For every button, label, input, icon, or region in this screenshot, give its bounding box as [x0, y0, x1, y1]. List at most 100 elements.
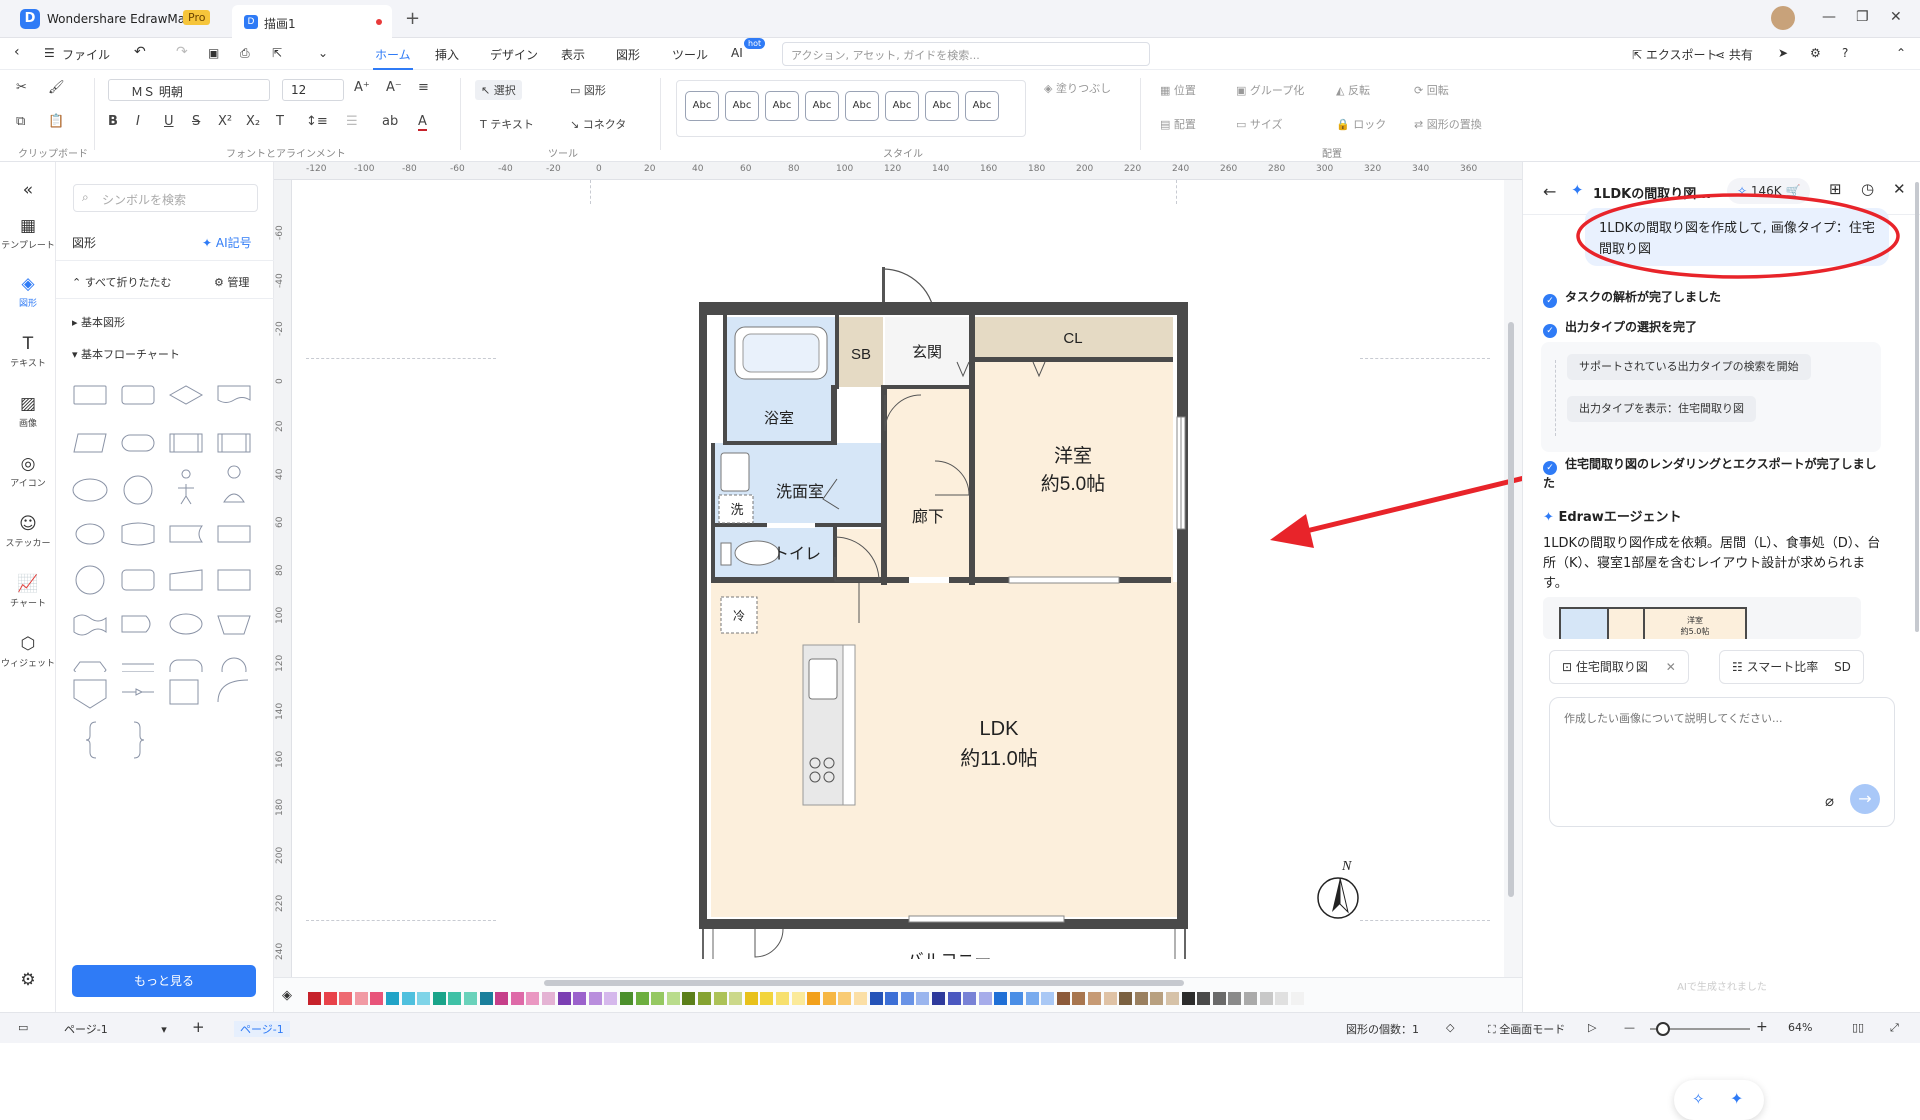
color-swatch[interactable] [1010, 992, 1023, 1005]
style-preset[interactable]: Abc [685, 91, 719, 121]
file-menu[interactable]: ファイル [62, 46, 110, 63]
layers-icon[interactable]: ◇ [1446, 1021, 1454, 1034]
color-swatch[interactable] [588, 992, 602, 1005]
sidebar-item-template[interactable]: ▦ テンプレート [0, 216, 56, 251]
more-chevron-icon[interactable]: ⌄ [318, 46, 328, 60]
select-tool[interactable]: ↖ 選択 [475, 80, 522, 100]
tab-insert[interactable]: 挿入 [435, 46, 459, 63]
tab-tools[interactable]: ツール [672, 46, 708, 63]
color-swatch[interactable] [432, 992, 446, 1005]
text-tool[interactable]: T テキスト [480, 116, 534, 132]
color-swatch[interactable] [729, 992, 743, 1005]
color-swatch[interactable] [573, 992, 587, 1005]
color-swatch[interactable] [448, 992, 462, 1005]
style-preset[interactable]: Abc [805, 91, 839, 121]
color-swatch[interactable] [620, 992, 633, 1005]
zoom-out-button[interactable]: — [1624, 1021, 1635, 1034]
color-swatch[interactable] [963, 992, 977, 1005]
color-swatch[interactable] [354, 992, 368, 1005]
color-swatch[interactable] [510, 992, 524, 1005]
page-panel-icon[interactable]: ▭ [18, 1021, 28, 1034]
color-swatch[interactable] [339, 992, 353, 1005]
align-button[interactable]: ▤ 配置 [1160, 116, 1196, 132]
fill-bucket-icon[interactable]: ◈ [282, 988, 292, 1003]
sidebar-item-text[interactable]: T テキスト [0, 334, 56, 369]
floorplan-thumbnail[interactable]: 洋室 約5.0帖 [1543, 597, 1861, 639]
send-icon[interactable]: ➤ [1778, 46, 1788, 60]
export-button[interactable]: ⇱ エクスポート [1632, 46, 1718, 63]
print-icon[interactable]: ⎙ [240, 46, 250, 61]
color-swatch[interactable] [417, 992, 431, 1005]
style-preset[interactable]: Abc [725, 91, 759, 121]
avatar[interactable] [1771, 6, 1795, 30]
lock-button[interactable]: 🔒 ロック [1336, 116, 1386, 132]
canvas-area[interactable]: -120 -100 -80 -60 -40 -20 0 20 40 60 80 … [274, 162, 1879, 1120]
ai-sparkle-icon[interactable]: ✦ [1730, 1089, 1743, 1108]
color-swatch[interactable] [869, 992, 883, 1005]
color-swatch[interactable] [744, 992, 758, 1005]
north-arrow-icon[interactable]: N [1314, 856, 1364, 926]
copy-icon[interactable]: ⧉ [16, 114, 25, 129]
color-swatch[interactable] [916, 992, 930, 1005]
decrease-font-icon[interactable]: A⁻ [386, 80, 402, 95]
color-swatch[interactable] [1088, 992, 1101, 1005]
style-preset[interactable]: Abc [965, 91, 999, 121]
underline-icon[interactable]: U [164, 114, 174, 129]
color-swatch[interactable] [526, 992, 540, 1005]
color-swatch[interactable] [698, 992, 711, 1005]
color-swatch[interactable] [1244, 992, 1257, 1005]
help-icon[interactable]: ? [1842, 46, 1848, 60]
color-swatch[interactable] [386, 992, 399, 1005]
settings-gear-icon[interactable]: ⚙ [1810, 46, 1821, 60]
sidebar-item-widget[interactable]: ⬡ ウィジェット [0, 634, 56, 669]
color-swatch[interactable] [822, 992, 836, 1005]
zoom-in-button[interactable]: + [1756, 1019, 1768, 1035]
horizontal-scrollbar[interactable] [544, 980, 1184, 986]
color-swatch[interactable] [370, 992, 384, 1005]
output-type-chip[interactable]: ⊡ 住宅間取り図 ✕ [1549, 650, 1689, 684]
color-swatch[interactable] [1072, 992, 1086, 1005]
superscript-icon[interactable]: X² [218, 114, 232, 129]
zoom-slider-handle[interactable] [1656, 1022, 1670, 1036]
tab-home[interactable]: ホーム [373, 46, 413, 70]
tab-ai[interactable]: AI [731, 46, 743, 60]
page-select[interactable]: ページ-1 ▾ [64, 1021, 167, 1037]
color-swatch[interactable] [635, 992, 649, 1005]
color-swatch[interactable] [1275, 992, 1289, 1005]
color-swatch[interactable] [1056, 992, 1070, 1005]
close-window-button[interactable]: ✕ [1890, 9, 1902, 25]
sidebar-item-chart[interactable]: 📈 チャート [0, 574, 56, 609]
color-swatch[interactable] [978, 992, 992, 1005]
sidebar-item-shapes[interactable]: ◈ 図形 [0, 274, 56, 309]
hall[interactable] [883, 389, 969, 582]
minimize-button[interactable]: — [1822, 9, 1836, 25]
color-swatch[interactable] [1212, 992, 1226, 1005]
more-shapes-button[interactable]: もっと見る [72, 965, 256, 997]
color-swatch[interactable] [308, 992, 321, 1005]
section-basic-flowchart[interactable]: ▾ 基本フローチャート [72, 346, 180, 362]
color-swatch[interactable] [854, 992, 867, 1005]
color-swatch[interactable] [1041, 992, 1055, 1005]
font-color-icon[interactable]: A [418, 114, 427, 131]
menu-icon[interactable]: ☰ [44, 46, 55, 60]
subscript-icon[interactable]: X₂ [246, 114, 260, 129]
vertical-scrollbar[interactable] [1508, 322, 1514, 897]
color-swatch[interactable] [323, 992, 337, 1005]
search-input[interactable]: アクション, アセット, ガイドを検索... [782, 42, 1150, 66]
align-text-icon[interactable]: ≡ [418, 80, 429, 95]
line-spacing-icon[interactable]: ↕≡ [306, 114, 328, 129]
share-button[interactable]: ⋖ 共有 [1715, 46, 1753, 63]
color-swatch[interactable] [557, 992, 571, 1005]
color-swatch[interactable] [1197, 992, 1211, 1005]
font-size-select[interactable]: 12 [282, 79, 344, 101]
shape-tool[interactable]: ▭ 図形 [570, 82, 606, 98]
smart-ratio-chip[interactable]: ☷ スマート比率 SD [1719, 650, 1864, 684]
color-swatch[interactable] [900, 992, 914, 1005]
ldk-room[interactable] [711, 582, 1177, 917]
style-preset[interactable]: Abc [765, 91, 799, 121]
color-swatch[interactable] [666, 992, 680, 1005]
style-preset[interactable]: Abc [845, 91, 879, 121]
collapse-ribbon-icon[interactable]: ⌃ [1896, 46, 1906, 60]
ai-magic-icon[interactable]: ✧ [1692, 1090, 1705, 1108]
undo-icon[interactable]: ↶ [134, 44, 146, 60]
